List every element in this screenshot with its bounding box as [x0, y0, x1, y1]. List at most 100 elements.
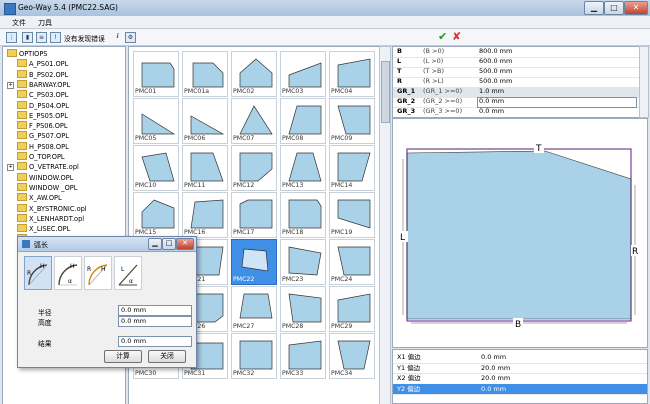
calculate-button[interactable]: 计算 — [104, 350, 142, 363]
shape-thumbnail[interactable]: PMC29 — [329, 286, 375, 332]
shape-thumbnail[interactable]: PMC19 — [329, 192, 375, 238]
maximize-button[interactable]: □ — [604, 1, 624, 15]
tree-item[interactable]: WINDOW.OPL — [3, 172, 125, 183]
tree-item[interactable]: O_TOP.OPL — [3, 152, 125, 162]
tree-item[interactable]: X_BYSTRONIC.opl — [3, 203, 125, 214]
parameter-row[interactable]: GR_3 (GR_3 >=0) 0.0 mm — [393, 107, 639, 117]
shape-thumbnail[interactable]: PMC27 — [231, 286, 277, 332]
arc-mode-length-angle[interactable]: Lα — [114, 256, 142, 290]
radius-input[interactable]: 0.0 mm — [118, 305, 192, 316]
offset-value[interactable]: 20.0 mm — [481, 363, 510, 374]
shape-thumbnail[interactable]: PMC12 — [231, 145, 277, 191]
shape-thumbnail[interactable]: PMC06 — [182, 98, 228, 144]
offset-table[interactable]: X1 偏边 0.0 mm Y1 偏边 20.0 mm X2 偏边 20.0 mm Y2 偏边… — [392, 349, 648, 404]
shape-thumbnail[interactable]: PMC14 — [329, 145, 375, 191]
shape-icon — [190, 199, 224, 229]
parameter-row[interactable]: B (B >0) 800.0 mm — [393, 47, 639, 58]
tree-item[interactable]: X_LENHARDT.opl — [3, 213, 125, 224]
parameter-row[interactable]: T (T >B) 500.0 mm — [393, 67, 639, 78]
arc-mode-height-angle[interactable]: Hα — [54, 256, 82, 290]
warning-icon[interactable]: ! — [50, 32, 61, 43]
shape-thumbnail[interactable]: PMC07 — [231, 98, 277, 144]
shape-thumbnail[interactable]: PMC16 — [182, 192, 228, 238]
tree-item[interactable]: X_LISEC.OPL — [3, 224, 125, 234]
shape-thumbnail[interactable]: PMC22 — [231, 239, 277, 285]
shape-thumbnail[interactable]: PMC34 — [329, 333, 375, 379]
shape-thumbnail[interactable]: PMC03 — [280, 51, 326, 97]
tree-item[interactable]: WINDOW _OPL — [3, 182, 125, 193]
close-button[interactable]: ✕ — [624, 1, 648, 15]
shape-thumbnail[interactable]: PMC23 — [280, 239, 326, 285]
shape-thumbnail[interactable]: PMC18 — [280, 192, 326, 238]
parameter-value[interactable]: 0.0 mm — [479, 97, 504, 107]
tree-item[interactable]: H_PS08.OPL — [3, 141, 125, 152]
shape-thumbnail[interactable]: PMC04 — [329, 51, 375, 97]
device-icon[interactable]: ▮ — [22, 32, 33, 43]
settings-icon[interactable]: ⚙ — [125, 32, 136, 43]
shape-thumbnail[interactable]: PMC10 — [133, 145, 179, 191]
preview-label-t: T — [535, 144, 542, 154]
parameter-row[interactable]: R (R >L) 500.0 mm — [393, 77, 639, 88]
offset-value[interactable]: 0.0 mm — [481, 352, 506, 363]
connect-icon[interactable]: ⋮ — [6, 32, 17, 43]
folder-icon — [17, 79, 27, 88]
info-icon[interactable]: i — [113, 32, 122, 41]
parameter-scrollbar[interactable] — [639, 46, 649, 118]
shape-caption: PMC01a — [184, 88, 210, 95]
dialog-maximize-button[interactable]: □ — [162, 238, 176, 250]
parameter-table[interactable]: B (B >0) 800.0 mm L (L >0) 600.0 mm T (T >B) 500… — [392, 46, 640, 118]
shape-thumbnail[interactable]: PMC11 — [182, 145, 228, 191]
tree-item[interactable]: A_PS01.OPL — [3, 59, 125, 69]
menu-file[interactable]: 文件 — [12, 18, 26, 28]
arc-mode-radius-height-2[interactable]: RH — [84, 256, 112, 290]
offset-key: X1 偏边 — [397, 353, 421, 361]
confirm-check-icon[interactable]: ✔ — [438, 30, 447, 43]
tree-item[interactable]: C_PS03.OPL — [3, 90, 125, 100]
menu-tools[interactable]: 刀具 — [38, 18, 52, 28]
dialog-close-button[interactable]: ✕ — [176, 238, 194, 250]
shape-thumbnail[interactable]: PMC28 — [280, 286, 326, 332]
shape-thumbnail[interactable]: PMC32 — [231, 333, 277, 379]
shape-thumbnail[interactable]: PMC02 — [231, 51, 277, 97]
shape-thumbnail[interactable]: PMC24 — [329, 239, 375, 285]
tree-item-label: E_PS05.OPL — [29, 111, 68, 120]
dialog-minimize-button[interactable]: ▁ — [148, 238, 162, 250]
grid-scroll-thumb[interactable] — [381, 61, 390, 123]
folder-icon — [17, 162, 27, 171]
shape-thumbnail[interactable]: PMC01a — [182, 51, 228, 97]
result-field[interactable]: 0.0 mm — [118, 336, 192, 347]
document-icon[interactable]: ≡ — [36, 32, 47, 43]
tree-item[interactable]: D_PS04.OPL — [3, 100, 125, 111]
shape-thumbnail[interactable]: PMC33 — [280, 333, 326, 379]
parameter-row[interactable]: L (L >0) 600.0 mm — [393, 57, 639, 68]
minimize-button[interactable]: ▁ — [584, 1, 604, 15]
tree-item[interactable]: E_PS05.OPL — [3, 110, 125, 121]
offset-row[interactable]: Y2 偏边 0.0 mm — [393, 383, 647, 395]
shape-thumbnail[interactable]: PMC08 — [280, 98, 326, 144]
grid-scrollbar[interactable] — [379, 46, 391, 404]
shape-thumbnail[interactable]: PMC01 — [133, 51, 179, 97]
expand-icon[interactable]: + — [7, 81, 14, 89]
tree-item[interactable]: + BARWAY.OPL — [3, 79, 125, 90]
tree-item[interactable]: + O_VETRATE.opl — [3, 162, 125, 172]
offset-value[interactable]: 20.0 mm — [481, 373, 510, 384]
shape-thumbnail[interactable]: PMC15 — [133, 192, 179, 238]
tree-item[interactable]: F_PS06.OPL — [3, 121, 125, 131]
parameter-row[interactable]: GR_1 (GR_1 >=0) 1.0 mm — [393, 87, 639, 98]
cancel-x-icon[interactable]: ✘ — [452, 30, 461, 43]
arc-mode-radius-height[interactable]: HR — [24, 256, 52, 290]
tree-item[interactable]: X_AW.OPL — [3, 193, 125, 203]
shape-thumbnail[interactable]: PMC13 — [280, 145, 326, 191]
shape-thumbnail[interactable]: PMC17 — [231, 192, 277, 238]
shape-thumbnail[interactable]: PMC09 — [329, 98, 375, 144]
parameter-row[interactable]: GR_2 (GR_2 >=0) 0.0 mm — [393, 97, 639, 108]
tree-item[interactable]: G_PS07.OPL — [3, 131, 125, 141]
expand-icon[interactable]: + — [7, 164, 14, 172]
offset-value[interactable]: 0.0 mm — [481, 384, 506, 395]
shape-caption: PMC09 — [331, 135, 353, 142]
tree-item[interactable]: OPTIOPS — [3, 49, 125, 59]
tree-item[interactable]: B_PS02.OPL — [3, 69, 125, 80]
height-input[interactable]: 0.0 mm — [118, 316, 192, 327]
dialog-close-action-button[interactable]: 关闭 — [148, 350, 186, 363]
shape-thumbnail[interactable]: PMC05 — [133, 98, 179, 144]
